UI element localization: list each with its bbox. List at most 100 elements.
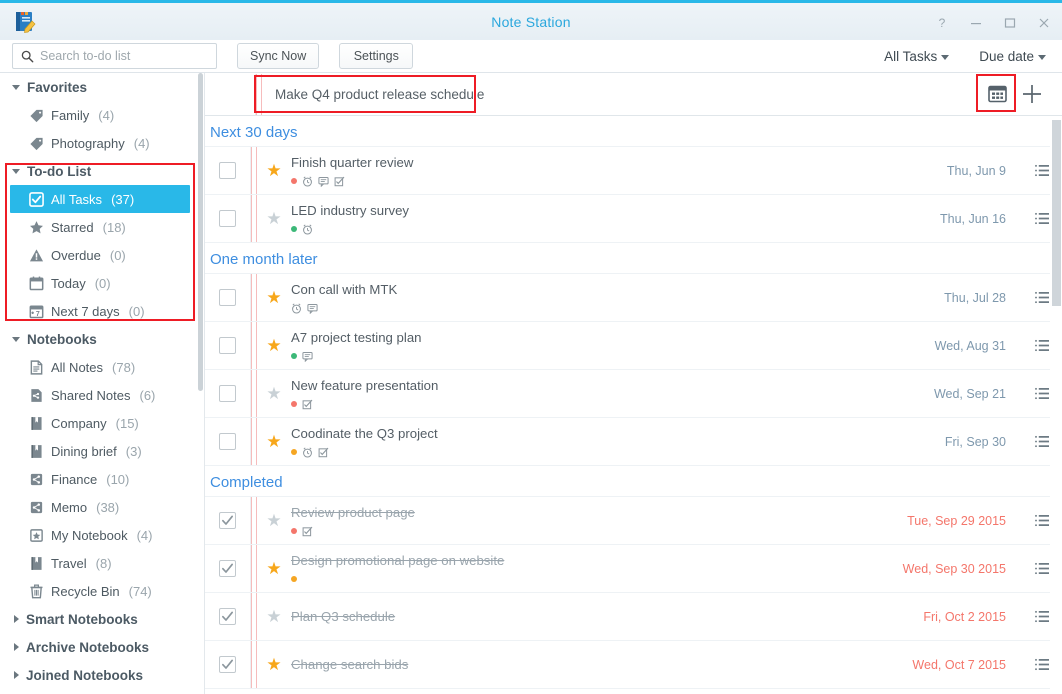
sidebar-scrollbar-thumb[interactable] (198, 73, 203, 391)
toolbar-right: All Tasks Due date (884, 49, 1050, 64)
close-button[interactable] (1036, 15, 1052, 31)
task-checkbox[interactable] (219, 512, 236, 529)
settings-button[interactable]: Settings (339, 43, 414, 69)
task-star-toggle[interactable]: ★ (257, 322, 291, 369)
sidebar-item-travel[interactable]: Travel (8) (0, 549, 204, 577)
task-star-toggle[interactable]: ★ (257, 274, 291, 321)
task-row[interactable]: ★ Review product page Tue, Sep 29 2015 (205, 496, 1062, 545)
sort-dropdown[interactable]: Due date (979, 49, 1046, 64)
task-checkbox[interactable] (219, 289, 236, 306)
task-star-toggle[interactable]: ★ (257, 195, 291, 242)
sidebar-item-all-notes[interactable]: All Notes (78) (0, 353, 204, 381)
task-checkbox[interactable] (219, 337, 236, 354)
sidebar-item-photography[interactable]: Photography (4) (0, 129, 204, 157)
task-star-toggle[interactable]: ★ (257, 497, 291, 544)
sidebar-item-count: (0) (94, 275, 111, 291)
comment-icon (307, 303, 318, 314)
task-checkbox-cell (205, 274, 251, 321)
add-task-button[interactable] (1020, 82, 1044, 106)
task-row[interactable]: ★ Coodinate the Q3 project Fri, Sep 30 (205, 417, 1062, 466)
task-content: Change search bids (291, 641, 912, 688)
task-row[interactable]: ★ Finish quarter review Thu, Jun 9 (205, 146, 1062, 195)
sidebar-item-memo[interactable]: Memo (38) (0, 493, 204, 521)
task-checkbox[interactable] (219, 656, 236, 673)
task-content: Finish quarter review (291, 147, 947, 194)
task-checkbox[interactable] (219, 608, 236, 625)
task-list-scrollbar[interactable] (1050, 116, 1062, 694)
task-checkbox-cell (205, 322, 251, 369)
calendar-grid-icon[interactable] (984, 82, 1010, 106)
sidebar-item-overdue[interactable]: Overdue (0) (0, 241, 204, 269)
sidebar-item-today[interactable]: Today (0) (0, 269, 204, 297)
task-star-toggle[interactable]: ★ (257, 418, 291, 465)
sidebar-group-label: Smart Notebooks (26, 611, 138, 627)
sidebar-group-smart-notebooks[interactable]: Smart Notebooks (0, 605, 204, 633)
task-row[interactable]: ★ A7 project testing plan Wed, Aug 31 (205, 321, 1062, 370)
svg-text:7: 7 (35, 310, 39, 317)
sidebar-item-label: Overdue (51, 247, 101, 263)
notebook-icon (28, 443, 44, 459)
sidebar-item-recycle-bin[interactable]: Recycle Bin (74) (0, 577, 204, 605)
sidebar-item-label: Recycle Bin (51, 583, 120, 599)
help-button[interactable]: ? (934, 15, 950, 31)
priority-dot (291, 178, 297, 184)
sidebar-item-family[interactable]: Family (4) (0, 101, 204, 129)
task-title: Review product page (291, 504, 415, 520)
sidebar-group-notebooks[interactable]: Notebooks (0, 325, 204, 353)
sidebar-item-count: (4) (98, 107, 115, 123)
sidebar-item-company[interactable]: Company (15) (0, 409, 204, 437)
new-task-input[interactable] (262, 86, 984, 102)
sidebar-item-shared-notes[interactable]: Shared Notes (6) (0, 381, 204, 409)
share-icon (28, 471, 44, 487)
sidebar-group-archive-notebooks[interactable]: Archive Notebooks (0, 633, 204, 661)
sidebar-item-label: All Notes (51, 359, 104, 375)
sidebar-scrollbar[interactable] (197, 73, 204, 694)
sidebar-item-dining-brief[interactable]: Dining brief (3) (0, 437, 204, 465)
task-checkbox[interactable] (219, 210, 236, 227)
task-star-toggle[interactable]: ★ (257, 593, 291, 640)
task-row[interactable]: ★ Plan Q3 schedule Fri, Oct 2 2015 (205, 592, 1062, 641)
share-icon (28, 499, 44, 515)
sidebar-item-my-notebook[interactable]: My Notebook (4) (0, 521, 204, 549)
sidebar-item-all-tasks[interactable]: All Tasks (37) (10, 185, 190, 213)
sync-now-button[interactable]: Sync Now (237, 43, 320, 69)
task-checkbox-cell (205, 418, 251, 465)
chevron-down-icon (941, 55, 950, 60)
task-star-toggle[interactable]: ★ (257, 641, 291, 688)
sidebar-group-label: Archive Notebooks (26, 639, 150, 655)
task-checkbox[interactable] (219, 560, 236, 577)
sidebar-item-finance[interactable]: Finance (10) (0, 465, 204, 493)
filter-dropdown[interactable]: All Tasks (884, 49, 950, 64)
task-row[interactable]: ★ Con call with MTK Thu, Jul 28 (205, 273, 1062, 322)
task-star-toggle[interactable]: ★ (257, 370, 291, 417)
search-input[interactable] (40, 49, 200, 63)
task-row[interactable]: ★ New feature presentation Wed, Sep 21 (205, 369, 1062, 418)
task-badges (291, 350, 935, 363)
sidebar-item-starred[interactable]: Starred (18) (0, 213, 204, 241)
priority-dot (291, 449, 297, 455)
task-due-date: Tue, Sep 29 2015 (907, 513, 1006, 528)
window-title: Note Station (491, 13, 571, 30)
search-box[interactable] (12, 43, 217, 69)
task-checkbox[interactable] (219, 433, 236, 450)
minimize-button[interactable] (968, 15, 984, 31)
task-badges (291, 302, 944, 315)
sidebar-group-favorites[interactable]: Favorites (0, 73, 204, 101)
svg-text:?: ? (939, 17, 946, 29)
task-list-scrollbar-thumb[interactable] (1052, 120, 1061, 306)
task-checkbox-cell (205, 641, 251, 688)
sidebar-group-joined-notebooks[interactable]: Joined Notebooks (0, 661, 204, 689)
task-row[interactable]: ★ LED industry survey Thu, Jun 16 (205, 194, 1062, 243)
task-group-header-one-month-later: One month later (205, 243, 1062, 274)
task-star-toggle[interactable]: ★ (257, 147, 291, 194)
sidebar-group-todo-list[interactable]: To-do List (0, 157, 204, 185)
new-task-checkbox-cell (210, 73, 256, 115)
star-icon: ★ (266, 209, 282, 228)
sidebar-item-next-7-days[interactable]: 7 Next 7 days (0) (0, 297, 204, 325)
task-row[interactable]: ★ Design promotional page on website Wed, … (205, 544, 1062, 593)
task-row[interactable]: ★ Change search bids Wed, Oct 7 2015 (205, 640, 1062, 689)
maximize-button[interactable] (1002, 15, 1018, 31)
task-checkbox[interactable] (219, 385, 236, 402)
task-star-toggle[interactable]: ★ (257, 545, 291, 592)
task-checkbox[interactable] (219, 162, 236, 179)
